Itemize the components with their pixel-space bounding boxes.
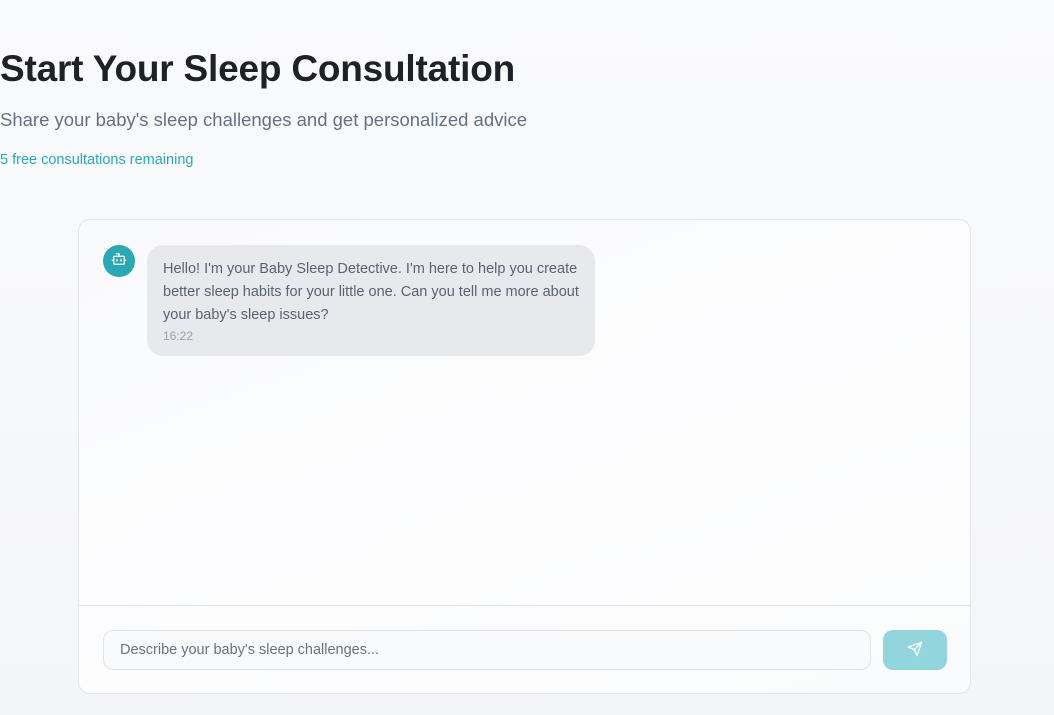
page-title: Start Your Sleep Consultation bbox=[0, 48, 516, 89]
send-button[interactable] bbox=[883, 630, 947, 670]
bot-icon bbox=[111, 251, 127, 272]
composer-divider bbox=[79, 605, 970, 606]
message-input[interactable] bbox=[103, 630, 871, 670]
chat-panel: Hello! I'm your Baby Sleep Detective. I'… bbox=[78, 219, 971, 694]
message-text: Hello! I'm your Baby Sleep Detective. I'… bbox=[163, 261, 579, 323]
page-subtitle: Share your baby's sleep challenges and g… bbox=[0, 109, 528, 130]
send-icon bbox=[907, 641, 923, 660]
bot-avatar bbox=[103, 245, 135, 277]
consultations-remaining: 5 free consultations remaining bbox=[0, 152, 194, 168]
message-timestamp: 16:22 bbox=[163, 329, 194, 343]
message-bubble: Hello! I'm your Baby Sleep Detective. I'… bbox=[147, 245, 595, 356]
